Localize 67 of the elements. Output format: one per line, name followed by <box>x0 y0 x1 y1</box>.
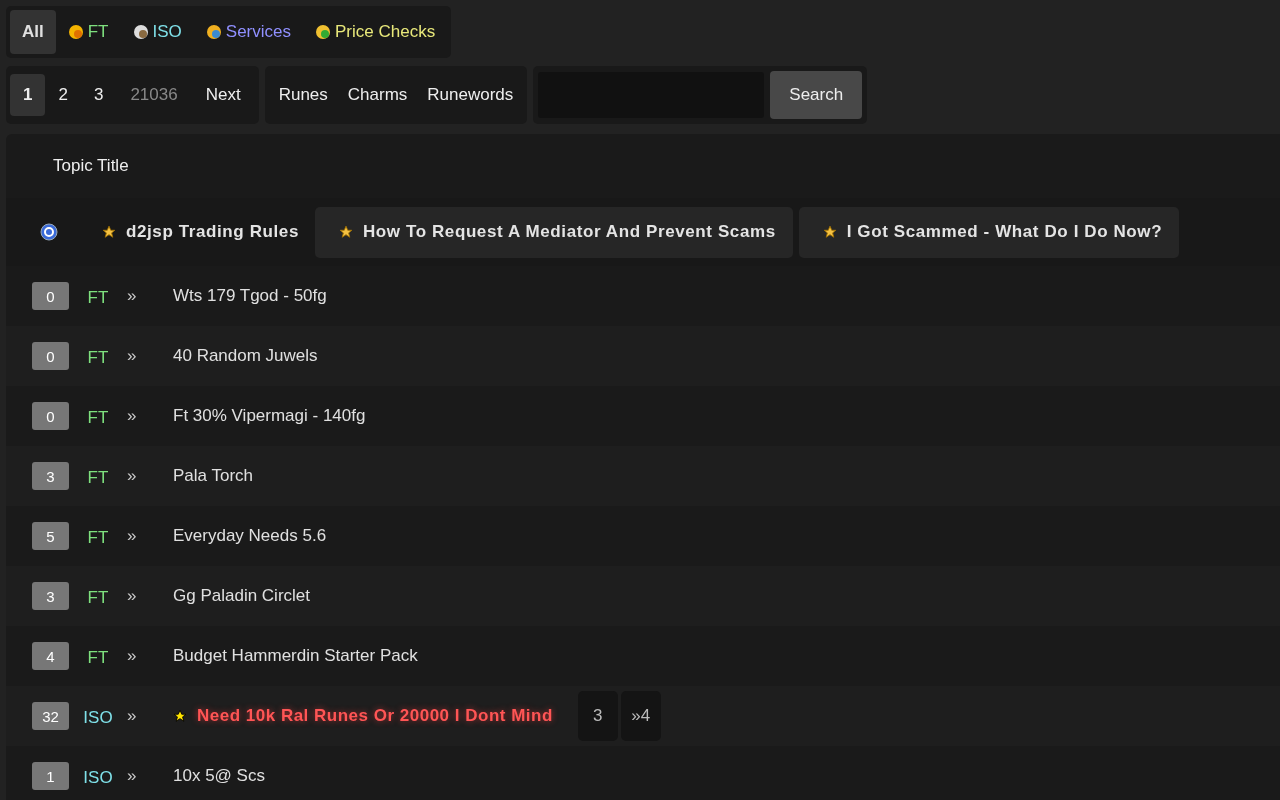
reply-count: 4 <box>32 642 69 670</box>
arrow-marker: » <box>127 406 138 426</box>
category-icon <box>132 24 149 40</box>
topic-tag[interactable]: FT <box>69 527 127 548</box>
star-icon <box>102 225 116 239</box>
topic-link[interactable]: Wts 179 Tgod - 50fg <box>173 286 327 306</box>
topic-tag[interactable]: FT <box>69 647 127 668</box>
page-link[interactable]: 21036 <box>116 74 192 116</box>
arrow-marker: » <box>127 286 138 306</box>
topic-link[interactable]: 10x 5@ Scs <box>173 766 265 786</box>
topic-tag[interactable]: ISO <box>69 707 127 728</box>
topic-link[interactable]: Budget Hammerdin Starter Pack <box>173 646 418 666</box>
page-link[interactable]: 1 <box>10 74 46 116</box>
arrow-marker: » <box>127 526 138 546</box>
topic-link[interactable]: Pala Torch <box>173 466 253 486</box>
reply-count: 3 <box>32 582 69 610</box>
item-type-link[interactable]: Runewords <box>417 74 524 116</box>
reply-count: 0 <box>32 402 69 430</box>
topic-link[interactable]: Everyday Needs 5.6 <box>173 526 327 546</box>
category-tab[interactable]: All <box>10 10 56 54</box>
topic-tag[interactable]: ISO <box>69 767 127 788</box>
topic-title: I Got Scammed - What Do I Do Now? <box>846 222 1163 242</box>
reply-count: 0 <box>32 282 69 310</box>
item-type-link[interactable]: Runes <box>268 74 338 116</box>
page-link[interactable]: 3 <box>80 74 117 116</box>
star-icon <box>822 225 837 239</box>
star-icon <box>338 225 353 239</box>
arrow-marker: » <box>127 466 138 486</box>
topic-tag[interactable]: FT <box>69 587 127 608</box>
arrow-marker: » <box>127 766 138 786</box>
category-icon <box>67 24 84 40</box>
column-header: Topic Title <box>53 156 129 176</box>
topic-page-link[interactable]: 3 <box>577 691 618 741</box>
topic-tag[interactable]: FT <box>69 287 127 308</box>
reply-count: 1 <box>32 762 69 790</box>
reply-count: 5 <box>32 522 69 550</box>
topic-tag[interactable]: FT <box>69 467 127 488</box>
pinned-topic-link[interactable]: d2jsp Trading Rules <box>64 222 309 242</box>
page-link[interactable]: Next <box>191 74 255 116</box>
category-tab[interactable]: FT <box>55 10 121 54</box>
arrow-marker: » <box>127 346 138 366</box>
reply-count: 0 <box>32 342 69 370</box>
topic-title: d2jsp Trading Rules <box>126 222 299 242</box>
reply-count: 32 <box>32 702 69 730</box>
category-tab[interactable]: Services <box>193 10 303 54</box>
pinned-topic-link[interactable]: How To Request A Mediator And Prevent Scams <box>314 206 793 258</box>
topic-tag[interactable]: FT <box>69 347 127 368</box>
topic-link[interactable]: 40 Random Juwels <box>173 346 318 366</box>
arrow-marker: » <box>127 706 138 726</box>
search-button[interactable]: Search <box>770 71 863 119</box>
topic-link[interactable]: Gg Paladin Circlet <box>173 586 310 606</box>
category-icon <box>315 24 331 40</box>
reply-count: 3 <box>32 462 69 490</box>
topic-page-link[interactable]: »4 <box>620 691 661 741</box>
arrow-marker: » <box>127 646 138 666</box>
topic-link[interactable]: Ft 30% Vipermagi - 140fg <box>173 406 366 426</box>
category-icon <box>205 24 222 40</box>
category-tab[interactable]: ISO <box>120 10 194 54</box>
arrow-marker: » <box>127 586 138 606</box>
topic-tag[interactable]: FT <box>69 407 127 428</box>
category-tab[interactable]: Price Checks <box>303 10 448 54</box>
item-type-link[interactable]: Charms <box>337 74 418 116</box>
pinned-topic-link[interactable]: I Got Scammed - What Do I Do Now? <box>798 206 1180 258</box>
topic-link[interactable]: Need 10k Ral Runes Or 20000 I Dont Mind <box>173 706 553 726</box>
topic-title: How To Request A Mediator And Prevent Scams <box>362 222 776 242</box>
star-icon <box>173 709 187 723</box>
page-link[interactable]: 2 <box>45 74 81 116</box>
